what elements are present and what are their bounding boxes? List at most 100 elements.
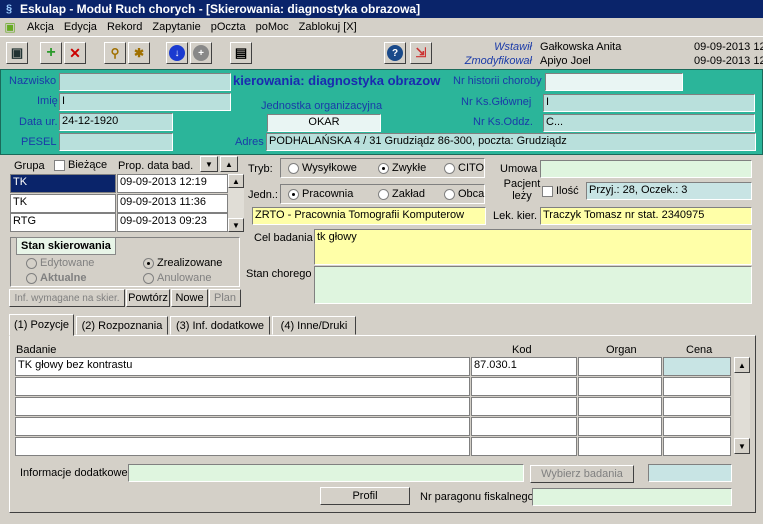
report-icon[interactable]: ▤ — [230, 42, 252, 64]
menu-rekord[interactable]: Rekord — [102, 21, 147, 33]
delete-icon[interactable]: ✕ — [64, 42, 86, 64]
arrow-down-icon[interactable]: ↓ — [166, 42, 188, 64]
main-book-field[interactable]: I — [543, 94, 755, 112]
empty-cell[interactable] — [471, 377, 577, 396]
unit-facility-option[interactable]: Zakład — [378, 188, 425, 200]
dept-book-field[interactable]: C... — [543, 114, 755, 132]
birth-field[interactable]: 24-12-1920 — [59, 113, 173, 131]
menu-pomoc[interactable]: poMoc — [251, 21, 294, 33]
tab-additional-info[interactable]: (3) Inf. dodatkowe — [170, 316, 270, 335]
sort-up-icon[interactable]: ▲ — [220, 156, 238, 172]
empty-cell[interactable] — [663, 437, 731, 456]
mode-normal-radio[interactable] — [378, 162, 389, 174]
empty-cell[interactable] — [578, 397, 662, 416]
scroll-up-icon[interactable]: ▲ — [228, 174, 244, 188]
add-icon[interactable]: + — [40, 42, 62, 64]
status-done-option[interactable]: Zrealizowane — [143, 257, 222, 269]
save-icon[interactable]: ▣ — [6, 42, 28, 64]
menu-zablokuj[interactable]: Zablokuj [X] — [294, 21, 362, 33]
surname-field[interactable] — [59, 73, 231, 91]
status-current-radio[interactable] — [26, 272, 37, 284]
status-cancelled-option[interactable]: Anulowane — [143, 272, 211, 284]
empty-cell[interactable] — [578, 377, 662, 396]
current-check[interactable] — [54, 159, 65, 171]
empty-cell[interactable] — [578, 437, 662, 456]
empty-cell[interactable] — [663, 397, 731, 416]
new-button[interactable]: Nowe — [171, 289, 208, 307]
current-checkbox[interactable]: Bieżące — [54, 159, 107, 171]
receipt-field[interactable] — [532, 488, 732, 506]
group-cell[interactable]: RTG — [10, 213, 116, 232]
address-field[interactable]: PODHALAŃSKA 4 / 31 Grudziądz 86-300, poc… — [266, 133, 756, 151]
doctor-field[interactable]: Traczyk Tomasz nr stat. 2340975 — [540, 207, 752, 225]
help-icon[interactable]: ? — [384, 42, 406, 64]
organ-cell[interactable] — [578, 357, 662, 376]
condition-field[interactable] — [314, 266, 752, 304]
code-cell[interactable]: 87.030.1 — [471, 357, 577, 376]
unit-other-option[interactable]: Obca — [444, 188, 484, 200]
date-cell-selected[interactable]: 09-09-2013 12:19 — [117, 174, 228, 193]
menu-poczta[interactable]: pOczta — [206, 21, 251, 33]
mode-cito-option[interactable]: CITO — [444, 162, 484, 174]
group-cell-selected[interactable]: TK — [10, 174, 116, 193]
exit-icon[interactable]: ⇲ — [410, 42, 432, 64]
empty-cell[interactable] — [663, 417, 731, 436]
empty-cell[interactable] — [15, 377, 470, 396]
profile-button[interactable]: Profil — [320, 487, 410, 505]
tab-diagnoses[interactable]: (2) Rozpoznania — [76, 316, 168, 335]
purpose-field[interactable]: tk głowy — [314, 229, 752, 265]
unit-other-radio[interactable] — [444, 188, 455, 200]
lab-field[interactable]: ZRTO - Pracownia Tomografii Komputerow — [252, 207, 486, 225]
search-execute-icon[interactable]: ✱ — [128, 42, 150, 64]
menu-edycja[interactable]: Edycja — [59, 21, 102, 33]
unit-facility-radio[interactable] — [378, 188, 389, 200]
document-icon[interactable]: ▣ — [2, 19, 18, 35]
menu-zapytanie[interactable]: Zapytanie — [147, 21, 205, 33]
status-current-option[interactable]: Aktualne — [26, 272, 86, 284]
mode-mail-radio[interactable] — [288, 162, 299, 174]
name-field[interactable]: I — [59, 93, 231, 111]
status-edited-radio[interactable] — [26, 257, 37, 269]
qty-checkbox[interactable]: Ilość — [542, 185, 579, 197]
tab-positions[interactable]: (1) Pozycje — [9, 314, 74, 336]
inf-required-button[interactable]: Inf. wymagane na skier. — [9, 289, 125, 307]
qty-check[interactable] — [542, 185, 553, 197]
date-cell[interactable]: 09-09-2013 09:23 — [117, 213, 228, 232]
empty-cell[interactable] — [15, 437, 470, 456]
empty-cell[interactable] — [15, 397, 470, 416]
repeat-button[interactable]: Powtórz — [126, 289, 170, 307]
group-scrollbar[interactable]: ▲ ▼ — [228, 174, 244, 232]
contract-field[interactable] — [540, 160, 752, 178]
status-cancelled-radio[interactable] — [143, 272, 154, 284]
status-done-radio[interactable] — [143, 257, 154, 269]
pesel-field[interactable] — [59, 133, 173, 151]
unit-lab-radio[interactable] — [288, 188, 299, 200]
history-field[interactable] — [545, 73, 683, 91]
empty-cell[interactable] — [663, 377, 731, 396]
empty-cell[interactable] — [15, 417, 470, 436]
scroll-down-icon[interactable]: ▼ — [734, 438, 750, 454]
mode-cito-radio[interactable] — [444, 162, 455, 174]
tab-other-prints[interactable]: (4) Inne/Druki — [272, 316, 356, 335]
test-cell[interactable]: TK głowy bez kontrastu — [15, 357, 470, 376]
plus-circle-icon[interactable]: + — [190, 42, 212, 64]
grid-scrollbar[interactable]: ▲ ▼ — [734, 357, 750, 454]
dropdown-icon[interactable]: ▼ — [200, 156, 218, 172]
group-cell[interactable]: TK — [10, 194, 116, 213]
mode-normal-option[interactable]: Zwykłe — [378, 162, 426, 174]
choose-tests-button[interactable]: Wybierz badania — [530, 465, 634, 483]
date-cell[interactable]: 09-09-2013 11:36 — [117, 194, 228, 213]
status-edited-option[interactable]: Edytowane — [26, 257, 94, 269]
price-cell[interactable] — [663, 357, 731, 376]
empty-cell[interactable] — [471, 437, 577, 456]
search-icon[interactable]: ⚲ — [104, 42, 126, 64]
scroll-up-icon[interactable]: ▲ — [734, 357, 750, 373]
empty-cell[interactable] — [578, 417, 662, 436]
empty-cell[interactable] — [471, 397, 577, 416]
scroll-down-icon[interactable]: ▼ — [228, 218, 244, 232]
plan-button[interactable]: Plan — [209, 289, 241, 307]
info-field[interactable] — [128, 464, 524, 482]
unit-field[interactable]: OKAR — [267, 114, 381, 132]
menu-akcja[interactable]: Akcja — [22, 21, 59, 33]
mode-mail-option[interactable]: Wysyłkowe — [288, 162, 357, 174]
